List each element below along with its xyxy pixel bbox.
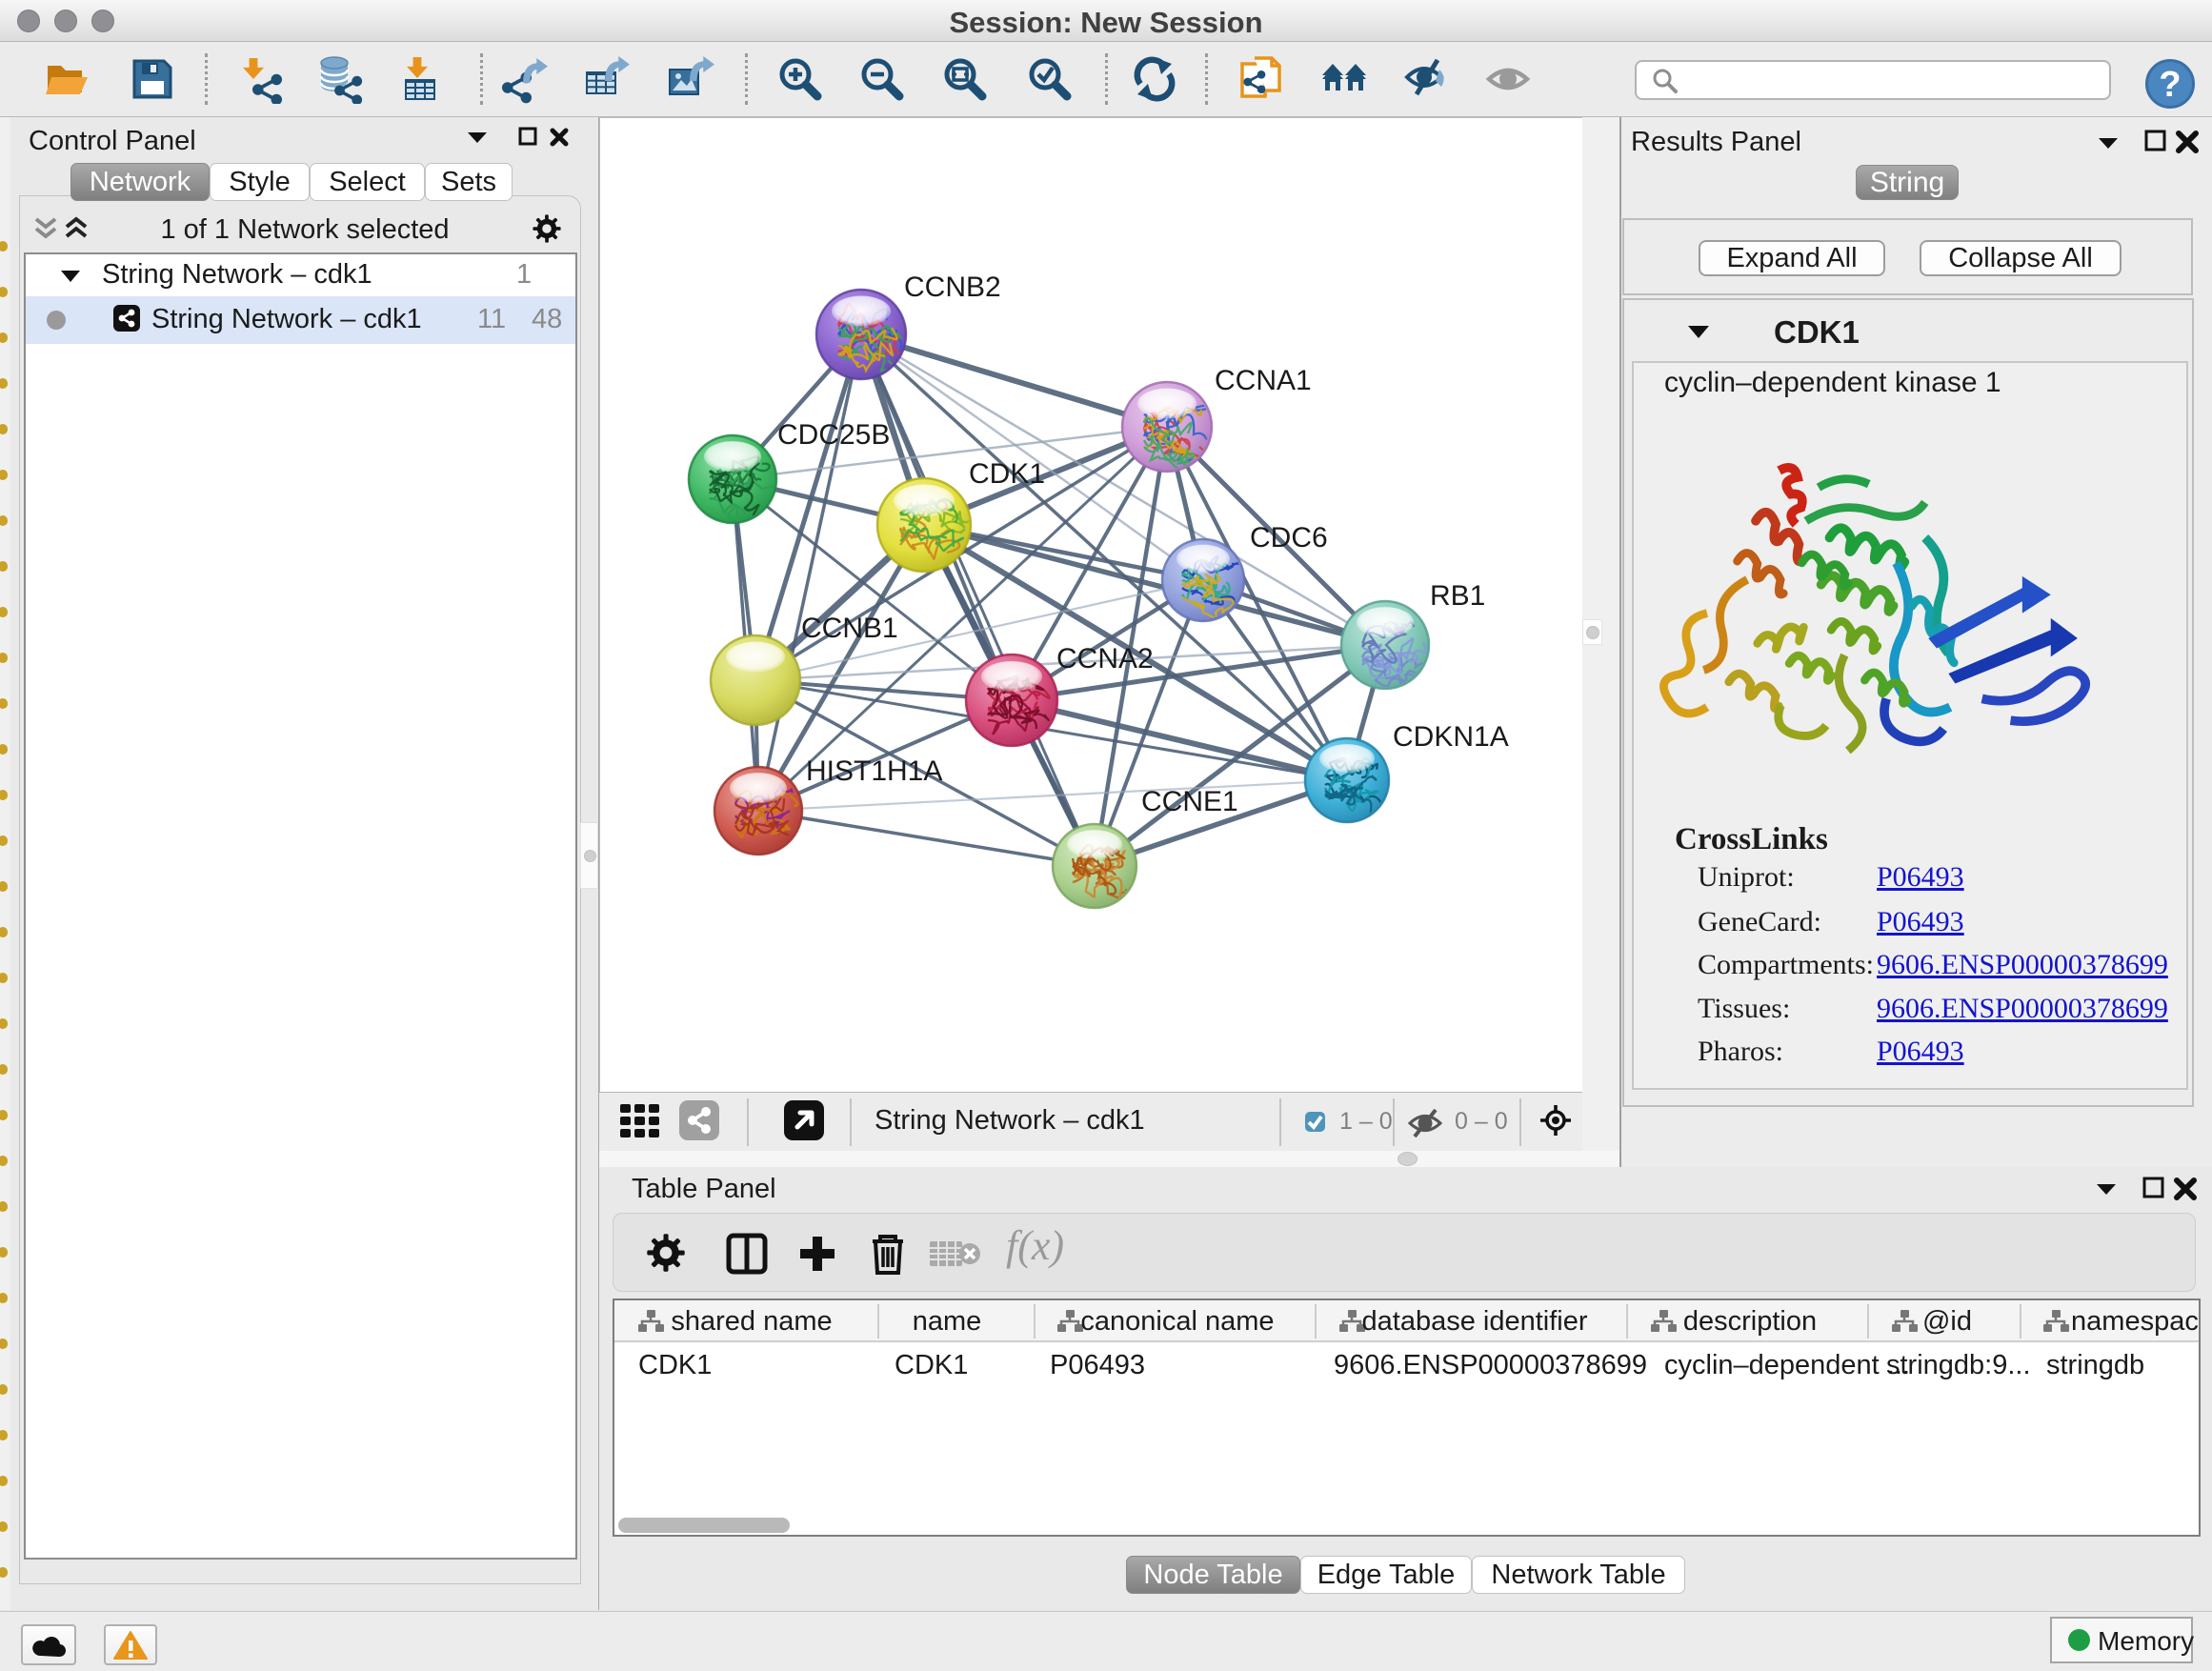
svg-text:CDC25B: CDC25B (777, 419, 890, 451)
svg-text:HIST1H1A: HIST1H1A (806, 755, 942, 787)
svg-text:CDKN1A: CDKN1A (1393, 721, 1509, 753)
svg-text:CCNB2: CCNB2 (904, 272, 1001, 303)
svg-text:RB1: RB1 (1430, 580, 1485, 612)
svg-text:CCNB1: CCNB1 (801, 613, 898, 644)
svg-text:CDK1: CDK1 (969, 458, 1045, 490)
svg-text:CCNA1: CCNA1 (1215, 365, 1312, 396)
svg-text:CCNA2: CCNA2 (1056, 643, 1154, 674)
svg-text:CDC6: CDC6 (1250, 522, 1328, 554)
svg-text:CCNE1: CCNE1 (1141, 786, 1238, 817)
